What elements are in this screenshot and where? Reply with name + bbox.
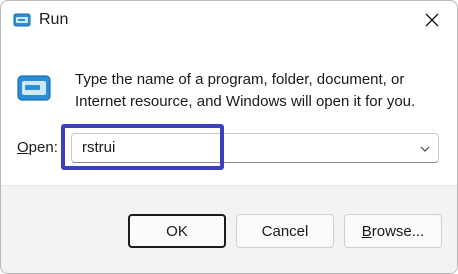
run-app-icon xyxy=(17,75,51,101)
chevron-down-icon[interactable] xyxy=(418,142,432,156)
browse-label: rowse... xyxy=(371,222,425,240)
dialog-description: Type the name of a program, folder, docu… xyxy=(75,71,416,110)
close-button[interactable] xyxy=(409,3,455,37)
button-bar: OK Cancel Browse... xyxy=(1,185,457,273)
close-icon xyxy=(425,13,439,27)
ok-button[interactable]: OK xyxy=(128,214,226,248)
run-app-icon xyxy=(13,13,31,27)
window-title: Run xyxy=(39,11,69,28)
open-label-text: pen: xyxy=(28,139,58,156)
title-bar: Run xyxy=(1,1,457,41)
cancel-button[interactable]: Cancel xyxy=(236,214,334,248)
annotation-highlight-box xyxy=(61,124,224,170)
run-dialog: Run Type the name of a program, folder, … xyxy=(0,0,458,274)
browse-accelerator: B xyxy=(361,222,372,240)
browse-button[interactable]: Browse... xyxy=(344,214,442,248)
open-label: Open: xyxy=(17,139,58,156)
open-label-accelerator: O xyxy=(17,139,29,156)
